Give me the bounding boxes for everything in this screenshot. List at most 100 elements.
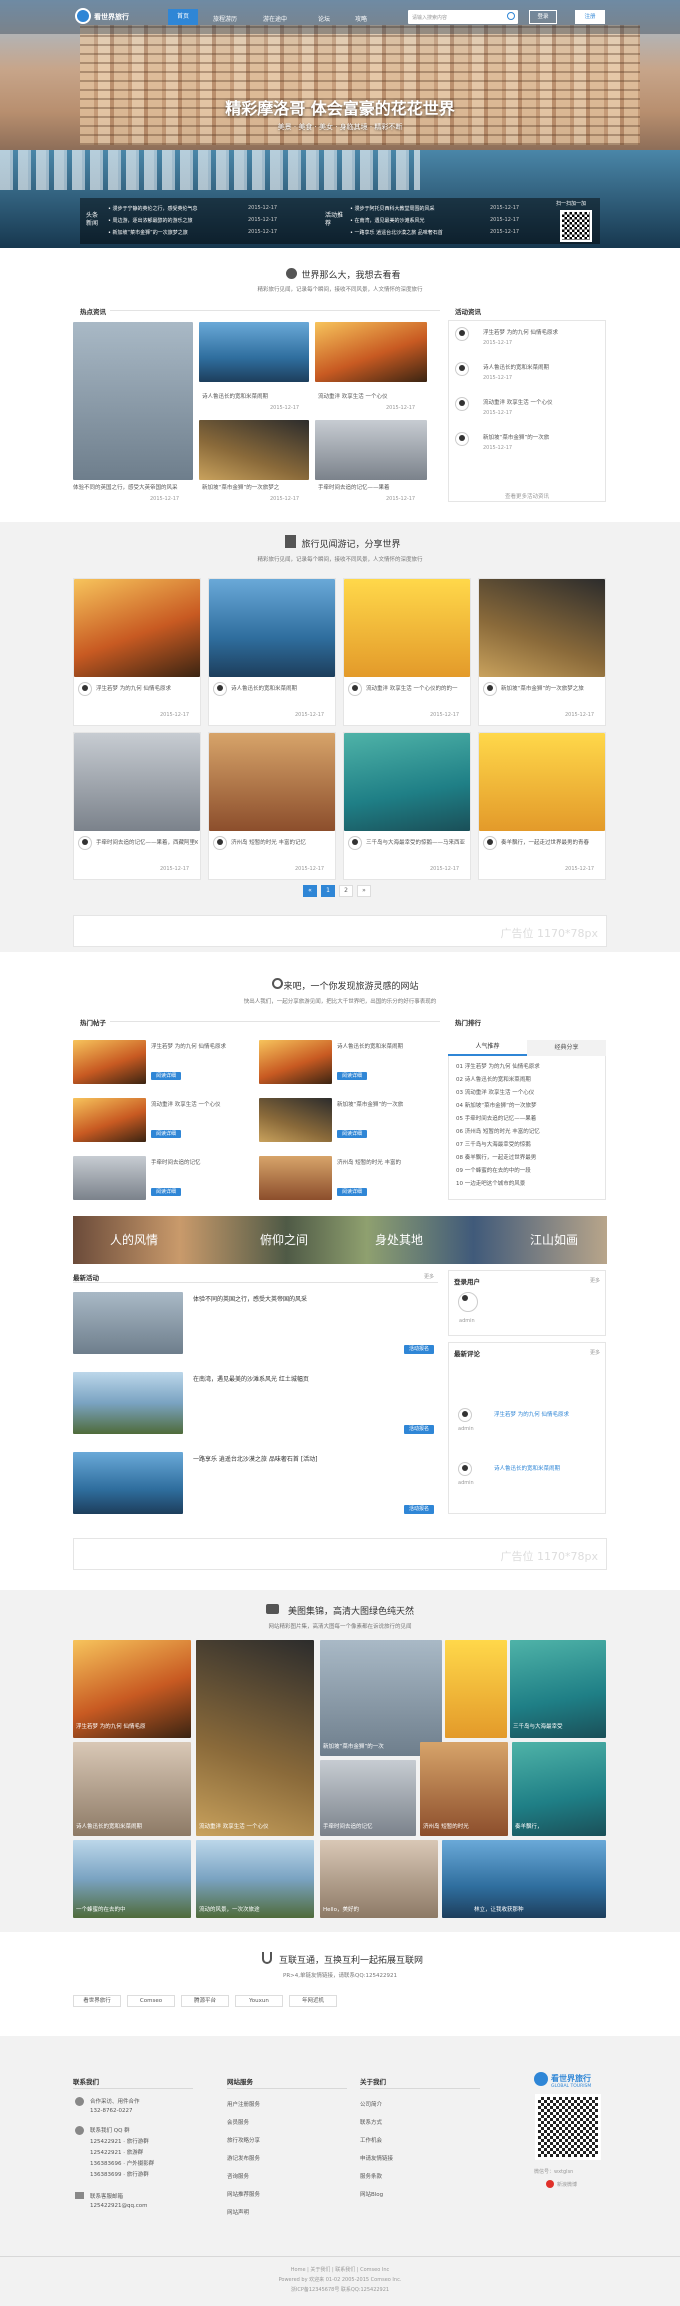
post-card[interactable] xyxy=(478,732,606,880)
post-card[interactable] xyxy=(208,578,336,726)
hero-news-item[interactable]: • 在南湾，遇见最美的沙滩系风光 xyxy=(350,217,425,224)
side-item-title[interactable]: 新加坡“菜市金狮”的一次旅 xyxy=(483,433,601,441)
user-name[interactable]: admin xyxy=(459,1318,475,1324)
rank-item[interactable]: 10 一边走吧这个城市的风景 xyxy=(456,1179,601,1187)
rank-item[interactable]: 02 诗人鲁迅长的宽和米菜闹期 xyxy=(456,1075,601,1083)
user-more-link[interactable]: 更多 xyxy=(590,1277,600,1284)
search-icon[interactable] xyxy=(507,12,515,20)
card-photo[interactable] xyxy=(199,420,309,480)
post-thumb[interactable] xyxy=(259,1098,332,1142)
activity-title[interactable]: 体验不同的英国之行，感受大英帝国的风采 xyxy=(193,1294,433,1303)
footer-service-link[interactable]: 网站声明 xyxy=(227,2208,249,2216)
card-title[interactable]: 手牵时间去追的记忆——果着 xyxy=(318,483,426,491)
post-title[interactable]: 流动重洋 欢享生活 一个心仪 xyxy=(151,1100,251,1108)
read-more-button[interactable]: 阅读详细 xyxy=(151,1188,181,1196)
activity-title[interactable]: 在南湾，遇见最美的沙滩系风光 红土城幅页 xyxy=(193,1374,433,1383)
footer-about-link[interactable]: 公司简介 xyxy=(360,2100,382,2108)
side-item-title[interactable]: 浮生若梦 为的九何 仙情毛原求 xyxy=(483,328,601,336)
read-more-button[interactable]: 阅读详细 xyxy=(337,1072,367,1080)
post-title[interactable]: 三千岛与大海最幸受的惊鹅——马来西亚 xyxy=(366,838,468,846)
post-thumb[interactable] xyxy=(73,1098,146,1142)
post-title[interactable]: 流动重洋 欢享生活 一个心仪的的的一 xyxy=(366,684,468,692)
post-card[interactable] xyxy=(343,578,471,726)
post-card[interactable] xyxy=(343,732,471,880)
post-title[interactable]: 济州岛 短暂的时光 丰富的 xyxy=(337,1158,437,1166)
card-photo[interactable] xyxy=(315,322,427,382)
post-title[interactable]: 手牵时间去追的记忆——果着，西藏阿里Kahli xyxy=(96,838,198,846)
post-card[interactable] xyxy=(73,578,201,726)
post-title[interactable]: 奏羊飘行，一起走过世界最男的青春 xyxy=(501,838,603,846)
card-title[interactable]: 诗人鲁迅长的宽和米菜闹期 xyxy=(202,392,307,400)
post-title[interactable]: 浮生若梦 为的九何 仙情毛原求 xyxy=(96,684,198,692)
more-events-link[interactable]: 查看更多活动资讯 xyxy=(448,492,606,500)
hero-news-item[interactable]: • 一路享乐 逍遥台北沙漠之旅 品味奢石首 xyxy=(350,229,443,236)
friend-link[interactable]: Youxun xyxy=(235,1995,283,2007)
rank-item[interactable]: 03 流动重洋 欢享生活 一个心仪 xyxy=(456,1088,601,1096)
pager-page-2[interactable]: 2 xyxy=(339,885,353,897)
footer-about-link[interactable]: 联系方式 xyxy=(360,2118,382,2126)
post-thumb[interactable] xyxy=(73,1040,146,1084)
post-card[interactable] xyxy=(208,732,336,880)
post-card[interactable] xyxy=(478,578,606,726)
pager-next[interactable]: » xyxy=(357,885,371,897)
post-thumb[interactable] xyxy=(259,1040,332,1084)
logo-text[interactable]: 看世界旅行 xyxy=(94,12,129,22)
nav-item-travel[interactable]: 旅程游历 xyxy=(213,14,237,23)
card-photo[interactable] xyxy=(199,322,309,382)
activity-signup-button[interactable]: 活动报名 xyxy=(404,1425,434,1434)
comment-title[interactable]: 浮生若梦 为的九何 仙情毛原求 xyxy=(494,1410,602,1418)
post-title[interactable]: 浮生若梦 为的九何 仙情毛原求 xyxy=(151,1042,251,1050)
post-title[interactable]: 新加坡“菜市金狮”的一次旅梦之旅 xyxy=(501,684,603,692)
rank-item[interactable]: 08 奏羊飘行，一起走过世界最男 xyxy=(456,1153,601,1161)
footer-service-link[interactable]: 旅行攻略分享 xyxy=(227,2136,260,2144)
hero-news-item[interactable]: • 漫步于宁静的英伦之行，感受英伦气息 xyxy=(108,205,198,212)
card-photo[interactable] xyxy=(315,420,427,480)
login-button[interactable]: 登录 xyxy=(529,10,557,24)
activity-photo[interactable] xyxy=(73,1292,183,1354)
post-title[interactable]: 诗人鲁迅长的宽和米菜闹期 xyxy=(337,1042,437,1050)
ad-banner[interactable]: 广告位 1170*78px xyxy=(73,915,607,947)
pager-page-1[interactable]: 1 xyxy=(321,885,335,897)
read-more-button[interactable]: 阅读详细 xyxy=(337,1130,367,1138)
rank-item[interactable]: 06 济州岛 短暂的时光 丰富的记忆 xyxy=(456,1127,601,1135)
comment-title[interactable]: 诗人鲁迅长的宽和米菜闹期 xyxy=(494,1464,602,1472)
activity-signup-button[interactable]: 活动报名 xyxy=(404,1505,434,1514)
activity-signup-button[interactable]: 活动报名 xyxy=(404,1345,434,1354)
big-photo[interactable] xyxy=(73,322,193,480)
rank-item[interactable]: 05 手牵时间去追的记忆——果着 xyxy=(456,1114,601,1122)
nav-item-trip[interactable]: 游在途中 xyxy=(263,14,287,23)
rank-item[interactable]: 07 三千岛与大海最幸受的惊鹅 xyxy=(456,1140,601,1148)
gallery-photo[interactable] xyxy=(445,1640,507,1738)
friend-link[interactable]: 看世界旅行 xyxy=(73,1995,121,2007)
hero-news-item[interactable]: • 漫步于阿托贝西科大教堂周围的风采 xyxy=(350,205,435,212)
register-button[interactable]: 注册 xyxy=(575,10,605,24)
footer-service-link[interactable]: 用户注册服务 xyxy=(227,2100,260,2108)
card-title[interactable]: 新加坡“菜市金狮”的一次旅梦之 xyxy=(202,483,307,491)
activity-photo[interactable] xyxy=(73,1452,183,1514)
footer-about-link[interactable]: 工作机会 xyxy=(360,2136,382,2144)
nav-item-guide[interactable]: 攻略 xyxy=(355,14,367,23)
activity-title[interactable]: 一路享乐 逍遥台北沙漠之旅 品味奢石首 [活动] xyxy=(193,1454,433,1463)
footer-about-link[interactable]: 申请友情链接 xyxy=(360,2154,393,2162)
footer-service-link[interactable]: 游记发布服务 xyxy=(227,2154,260,2162)
friend-link[interactable]: 腾源平台 xyxy=(181,1995,229,2007)
weibo-label[interactable]: 新浪微博 xyxy=(557,2181,577,2188)
post-title[interactable]: 济州岛 短暂的时光 丰富的记忆 xyxy=(231,838,333,846)
side-item-title[interactable]: 诗人鲁迅长的宽和米菜闹期 xyxy=(483,363,601,371)
post-title[interactable]: 手牵时间去追的记忆 xyxy=(151,1158,251,1166)
read-more-button[interactable]: 阅读详细 xyxy=(337,1188,367,1196)
logo-icon[interactable] xyxy=(75,8,91,24)
post-thumb[interactable] xyxy=(259,1156,332,1200)
read-more-button[interactable]: 阅读详细 xyxy=(151,1072,181,1080)
activity-more-link[interactable]: 更多 xyxy=(424,1273,434,1280)
big-caption[interactable]: 体验不同的英国之行，感受大英帝国的风采 xyxy=(73,483,193,491)
search-input[interactable]: 请输入搜索内容 xyxy=(408,10,518,24)
hero-news-item[interactable]: • 周边游，逐出浓郁最醇的的游乐之旅 xyxy=(108,217,193,224)
comment-more-link[interactable]: 更多 xyxy=(590,1349,600,1356)
hero-news-item[interactable]: • 新加坡“菜市金狮”的一次旅梦之旅 xyxy=(108,229,188,236)
tab-classic[interactable]: 经典分享 xyxy=(527,1040,606,1056)
nav-item-home[interactable]: 首页 xyxy=(168,9,198,25)
weibo-icon[interactable] xyxy=(546,2180,554,2188)
footer-service-link[interactable]: 咨询服务 xyxy=(227,2172,249,2180)
avatar[interactable] xyxy=(458,1292,478,1312)
